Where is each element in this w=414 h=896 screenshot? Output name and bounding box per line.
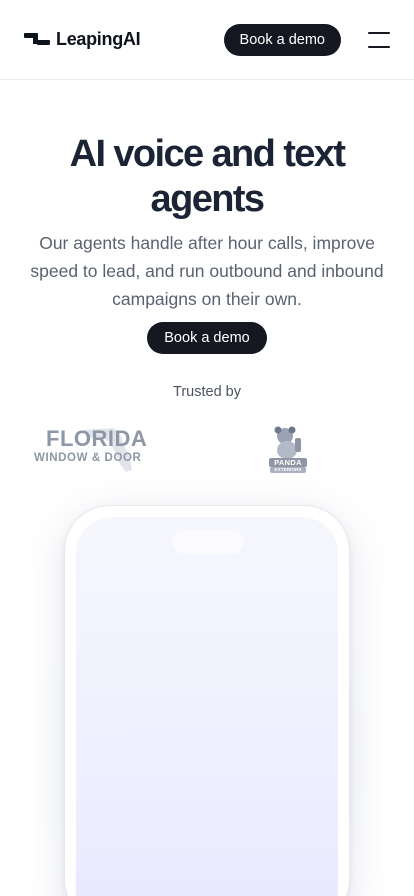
brand-name: LeapingAI <box>56 29 141 49</box>
panda-logo-bottom: EXTERIORS <box>274 467 302 472</box>
phone-screen <box>76 517 338 896</box>
landing-page: LeapingAI Book a demo AI voice and text … <box>0 0 414 896</box>
menu-line <box>368 31 390 34</box>
hero-subtitle: Our agents handle after hour calls, impr… <box>30 233 384 309</box>
phone-notch <box>172 530 244 554</box>
header-actions: Book a demo <box>223 23 390 56</box>
header-book-demo-button[interactable]: Book a demo <box>223 23 341 56</box>
phone-mockup <box>64 505 350 896</box>
florida-logo-bottom: WINDOW & DOOR <box>34 452 142 464</box>
hero-book-demo-button[interactable]: Book a demo <box>147 322 267 354</box>
trusted-by-label: Trusted by <box>173 384 241 400</box>
menu-line <box>368 45 390 48</box>
hero-title: AI voice and text agents <box>69 133 346 220</box>
site-header: LeapingAI Book a demo <box>0 0 414 80</box>
panda-logo-top: PANDA <box>274 458 302 467</box>
leaping-logo-icon <box>24 32 50 45</box>
hamburger-menu-icon[interactable] <box>368 31 390 48</box>
brand-logo[interactable]: LeapingAI <box>24 29 141 50</box>
florida-logo-top: FLORIDA <box>46 426 148 451</box>
florida-window-door-logo: FLORIDA WINDOW & DOOR <box>34 424 150 476</box>
panda-exteriors-logo: PANDA EXTERIORS <box>267 424 309 476</box>
